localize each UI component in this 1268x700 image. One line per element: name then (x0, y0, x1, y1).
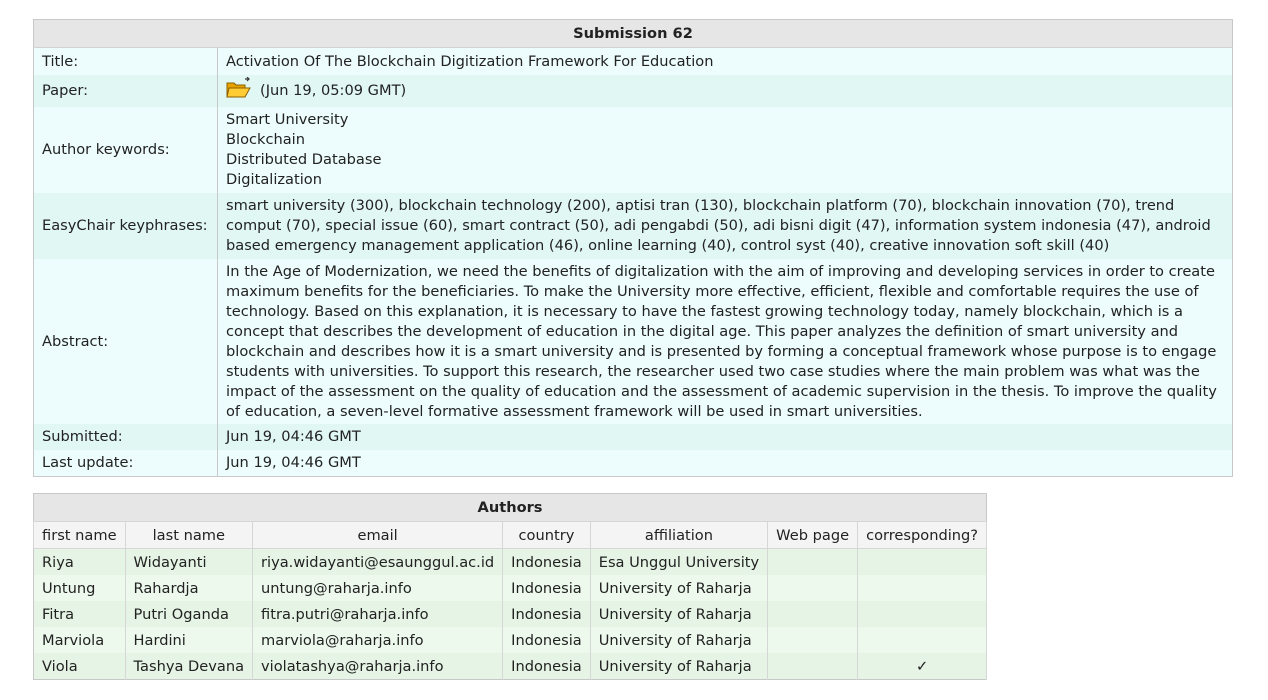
author-email: violatashya@raharja.info (252, 653, 504, 680)
keyphrases-value: smart university (300), blockchain techn… (217, 193, 1233, 259)
author-affiliation: University of Raharja (590, 627, 769, 653)
author-web-page (767, 548, 859, 575)
column-header-affiliation: affiliation (589, 521, 769, 549)
column-header-web-page: Web page (767, 521, 859, 549)
author-row: Viola Tashya Devana violatashya@raharja.… (33, 653, 988, 680)
author-email: marviola@raharja.info (252, 627, 504, 653)
author-web-page (767, 601, 859, 627)
author-row: Riya Widayanti riya.widayanti@esaunggul.… (33, 548, 988, 575)
author-affiliation: University of Raharja (590, 653, 769, 680)
title-row: Title: Activation Of The Blockchain Digi… (33, 47, 1233, 75)
submitted-row: Submitted: Jun 19, 04:46 GMT (33, 424, 1233, 450)
title-label: Title: (33, 47, 218, 75)
author-web-page (767, 653, 859, 680)
keywords-label: Author keywords: (33, 107, 218, 193)
last-update-label: Last update: (33, 450, 218, 477)
keyword-item: Blockchain (226, 131, 305, 148)
author-country: Indonesia (502, 601, 591, 627)
author-country: Indonesia (502, 548, 591, 575)
author-first-name: Viola (33, 653, 126, 680)
author-row: Fitra Putri Oganda fitra.putri@raharja.i… (33, 601, 988, 627)
submitted-value: Jun 19, 04:46 GMT (217, 424, 1233, 450)
author-web-page (767, 627, 859, 653)
authors-table: Authors first name last name email count… (33, 493, 988, 680)
author-corresponding (857, 601, 988, 627)
paper-timestamp: (Jun 19, 05:09 GMT) (260, 82, 407, 99)
authors-header-row: first name last name email country affil… (33, 521, 988, 549)
abstract-value: In the Age of Modernization, we need the… (217, 259, 1233, 424)
paper-label: Paper: (33, 75, 218, 107)
column-header-corresponding: corresponding? (857, 521, 988, 549)
author-email: riya.widayanti@esaunggul.ac.id (252, 548, 504, 575)
author-corresponding (857, 575, 988, 601)
keywords-row: Author keywords: Smart University Blockc… (33, 107, 1233, 193)
paper-value-cell: (Jun 19, 05:09 GMT) (217, 75, 1233, 107)
author-last-name: Hardini (125, 627, 254, 653)
author-corresponding-check-icon: ✓ (857, 653, 988, 680)
author-country: Indonesia (502, 627, 591, 653)
submission-caption-row: Submission 62 (33, 19, 1233, 48)
author-email: fitra.putri@raharja.info (252, 601, 504, 627)
column-header-email: email (252, 521, 504, 549)
keyphrases-label: EasyChair keyphrases: (33, 193, 218, 259)
keyword-item: Digitalization (226, 171, 322, 188)
keyword-item: Smart University (226, 111, 349, 128)
author-affiliation: University of Raharja (590, 575, 769, 601)
author-first-name: Marviola (33, 627, 126, 653)
last-update-value: Jun 19, 04:46 GMT (217, 450, 1233, 477)
abstract-row: Abstract: In the Age of Modernization, w… (33, 259, 1233, 424)
author-first-name: Riya (33, 548, 126, 575)
author-row: Marviola Hardini marviola@raharja.info I… (33, 627, 988, 653)
title-value: Activation Of The Blockchain Digitizatio… (217, 47, 1233, 75)
author-country: Indonesia (502, 653, 591, 680)
author-row: Untung Rahardja untung@raharja.info Indo… (33, 575, 988, 601)
author-last-name: Widayanti (125, 548, 254, 575)
author-web-page (767, 575, 859, 601)
column-header-first-name: first name (33, 521, 126, 549)
column-header-country: country (502, 521, 591, 549)
author-last-name: Putri Oganda (125, 601, 254, 627)
last-update-row: Last update: Jun 19, 04:46 GMT (33, 450, 1233, 477)
keyword-item: Distributed Database (226, 151, 382, 168)
authors-caption: Authors (33, 493, 987, 522)
author-affiliation: University of Raharja (590, 601, 769, 627)
column-header-last-name: last name (124, 521, 254, 549)
author-email: untung@raharja.info (252, 575, 504, 601)
submission-caption: Submission 62 (33, 19, 1233, 48)
authors-caption-row: Authors (33, 493, 987, 522)
author-first-name: Untung (33, 575, 126, 601)
submission-table: Submission 62 Title: Activation Of The B… (33, 19, 1233, 477)
folder-icon[interactable] (226, 76, 252, 99)
submitted-label: Submitted: (33, 424, 218, 450)
author-corresponding (857, 548, 988, 575)
author-affiliation: Esa Unggul University (590, 548, 769, 575)
abstract-label: Abstract: (33, 259, 218, 424)
keyphrases-row: EasyChair keyphrases: smart university (… (33, 193, 1233, 259)
paper-row: Paper: (Jun 19, 05:09 GMT) (33, 75, 1233, 107)
author-country: Indonesia (502, 575, 591, 601)
author-corresponding (857, 627, 988, 653)
author-last-name: Rahardja (125, 575, 254, 601)
author-first-name: Fitra (33, 601, 126, 627)
keywords-value: Smart University Blockchain Distributed … (217, 107, 1233, 193)
author-last-name: Tashya Devana (125, 653, 254, 680)
